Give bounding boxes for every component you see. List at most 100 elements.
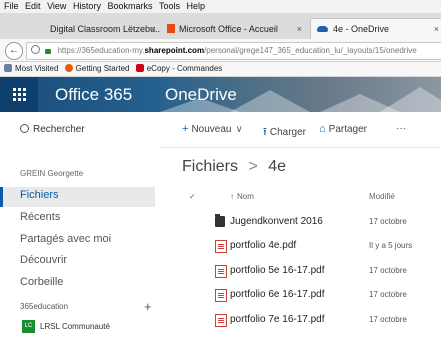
site-avatar: LC [22, 320, 35, 333]
office-icon [167, 24, 175, 33]
search-placeholder: Rechercher [33, 124, 85, 135]
new-button[interactable]: + Nouveau ∨ [182, 123, 243, 135]
mountain-decoration [380, 87, 441, 112]
column-modified[interactable]: Modifié [369, 192, 395, 201]
info-icon[interactable] [31, 45, 40, 54]
file-row[interactable]: portfolio 7e 16-17.pdf 17 octobre [160, 308, 441, 332]
pdf-icon [215, 265, 227, 278]
tab-digital-classroom[interactable]: Digital Classroom Lëtzebu... × [30, 19, 160, 39]
file-name[interactable]: portfolio 6e 16-17.pdf [230, 289, 325, 300]
bookmark-label: Getting Started [75, 64, 130, 73]
bookmark-label: Most Visited [15, 64, 59, 73]
bookmark-ecopy[interactable]: eCopy - Commandes [135, 62, 223, 76]
bookmark-getting-started[interactable]: Getting Started [64, 62, 130, 76]
file-row[interactable]: portfolio 5e 16-17.pdf 17 octobre [160, 259, 441, 283]
new-label: Nouveau [191, 124, 232, 135]
search-box[interactable]: Rechercher [20, 124, 85, 135]
tab-label: Microsoft Office - Accueil [179, 24, 278, 34]
menu-edit[interactable]: Edit [25, 0, 41, 13]
file-name[interactable]: portfolio 4e.pdf [230, 240, 296, 251]
menu-view[interactable]: View [47, 0, 66, 13]
close-tab-icon[interactable]: × [151, 19, 156, 39]
office365-title[interactable]: Office 365 [55, 85, 132, 105]
mountain-decoration [230, 90, 310, 112]
file-name[interactable]: portfolio 7e 16-17.pdf [230, 314, 325, 325]
select-all-checkbox[interactable]: ✓ [189, 192, 196, 201]
file-modified: 17 octobre [369, 217, 407, 226]
menu-help[interactable]: Help [187, 0, 206, 13]
breadcrumb: Fichiers > 4e [182, 158, 286, 176]
lock-icon [45, 49, 52, 54]
file-modified: 17 octobre [369, 315, 407, 324]
sidebar [0, 112, 160, 350]
file-name[interactable]: portfolio 5e 16-17.pdf [230, 265, 325, 276]
sidebar-item-fichiers[interactable]: Fichiers [20, 189, 59, 201]
navigation-bar: ← https://365education-my.sharepoint.com… [0, 39, 441, 62]
sidebar-item-decouvrir[interactable]: Découvrir [20, 254, 67, 266]
pdf-icon [215, 240, 227, 253]
bookmark-folder-icon [4, 64, 12, 72]
file-row[interactable]: Jugendkonvent 2016 17 octobre [160, 210, 441, 234]
more-button[interactable]: ··· [396, 123, 406, 134]
group-label: 365education [20, 302, 69, 311]
tab-label: 4e - OneDrive [333, 24, 390, 34]
ecopy-icon [135, 64, 144, 72]
add-site-icon[interactable]: + [144, 299, 152, 314]
pdf-icon [215, 289, 227, 302]
file-modified: 17 octobre [369, 290, 407, 299]
menu-bookmarks[interactable]: Bookmarks [107, 0, 152, 13]
app-launcher-waffle-icon[interactable] [0, 77, 38, 112]
back-button[interactable]: ← [5, 42, 23, 60]
firefox-icon [64, 64, 73, 72]
command-bar: + Nouveau ∨ ⭱ Charger ⌂ Partager ··· [160, 112, 441, 148]
office365-header: Office 365 OneDrive [0, 77, 441, 112]
close-tab-icon[interactable]: × [434, 19, 439, 39]
sort-arrow-icon: ↑ [230, 192, 234, 201]
sidebar-item-corbeille[interactable]: Corbeille [20, 276, 63, 288]
share-button[interactable]: ⌂ Partager [319, 123, 367, 135]
onedrive-cloud-icon [317, 26, 328, 32]
breadcrumb-separator: > [248, 158, 258, 175]
url-bar[interactable]: https://365education-my.sharepoint.com/p… [26, 42, 441, 60]
upload-label: Charger [269, 127, 306, 138]
file-modified: 17 octobre [369, 266, 407, 275]
owner-name: GREIN Georgette [20, 169, 84, 178]
close-tab-icon[interactable]: × [297, 19, 302, 39]
sidebar-item-partages[interactable]: Partagés avec moi [20, 233, 111, 245]
sidebar-item-lrsl[interactable]: LRSL Communauté [40, 322, 110, 331]
file-name[interactable]: Jugendkonvent 2016 [230, 216, 323, 227]
sidebar-item-recents[interactable]: Récents [20, 211, 60, 223]
bookmarks-bar: Most Visited Getting Started eCopy - Com… [0, 62, 441, 77]
share-label: Partager [328, 124, 368, 135]
column-name[interactable]: ↑ Nom [230, 192, 254, 201]
file-row[interactable]: portfolio 4e.pdf Il y a 5 jours [160, 234, 441, 258]
bookmark-label: eCopy - Commandes [146, 64, 223, 73]
onedrive-title[interactable]: OneDrive [165, 85, 237, 105]
menu-tools[interactable]: Tools [159, 0, 180, 13]
file-row[interactable]: portfolio 6e 16-17.pdf 17 octobre [160, 283, 441, 307]
tab-bar: Digital Classroom Lëtzebu... × Microsoft… [0, 13, 441, 40]
breadcrumb-current: 4e [268, 158, 287, 175]
upload-button[interactable]: ⭱ Charger [263, 123, 306, 142]
menu-bar: File Edit View History Bookmarks Tools H… [0, 0, 441, 13]
tab-microsoft-office[interactable]: Microsoft Office - Accueil × [163, 19, 306, 39]
selected-nav-marker [0, 187, 3, 207]
menu-file[interactable]: File [4, 0, 19, 13]
plus-icon: + [182, 123, 189, 135]
bookmark-most-visited[interactable]: Most Visited [4, 62, 58, 76]
tab-label: Digital Classroom Lëtzebu... [50, 24, 160, 34]
menu-history[interactable]: History [73, 0, 101, 13]
file-list-header: ✓ ↑ Nom Modifié [160, 188, 441, 206]
tab-onedrive[interactable]: 4e - OneDrive × [310, 18, 441, 39]
pdf-icon [215, 314, 227, 327]
folder-icon [215, 214, 225, 227]
file-modified: Il y a 5 jours [369, 241, 413, 250]
breadcrumb-root[interactable]: Fichiers [182, 158, 238, 175]
column-name-label: Nom [237, 192, 254, 201]
url-prefix: https://365education-my. [57, 46, 145, 55]
upload-icon: ⭱ [263, 126, 267, 138]
url-suffix: /personal/grege147_365_education_lu/_lay… [204, 46, 417, 55]
search-icon [20, 124, 29, 133]
url-domain: sharepoint.com [144, 46, 205, 55]
chevron-down-icon: ∨ [235, 124, 243, 135]
